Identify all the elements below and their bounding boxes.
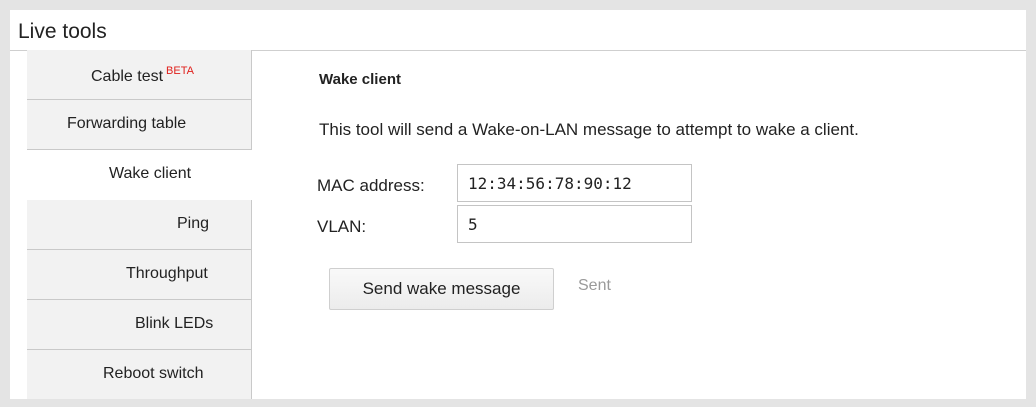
vlan-input[interactable] [457, 205, 692, 243]
mac-address-label: MAC address: [317, 176, 425, 195]
tool-tabs: Cable test BETA Forwarding table Wake cli… [27, 50, 252, 399]
tab-label-throughput: Throughput [126, 265, 208, 282]
tab-throughput[interactable]: Throughput [27, 250, 252, 300]
tab-blink-leds[interactable]: Blink LEDs [27, 300, 252, 350]
vlan-label: VLAN: [317, 217, 367, 236]
mac-address-input[interactable] [457, 164, 692, 202]
tab-reboot-switch[interactable]: Reboot switch [27, 350, 252, 399]
send-status: Sent [578, 277, 611, 294]
send-wake-message-button[interactable]: Send wake message [329, 268, 554, 310]
tab-label-reboot-switch: Reboot switch [103, 365, 204, 382]
tab-forwarding-table[interactable]: Forwarding table [27, 100, 252, 150]
tab-label-ping: Ping [177, 215, 210, 232]
wake-client-content: Wake client This tool will send a Wake-o… [252, 50, 1026, 399]
tab-wake-client[interactable]: Wake client [27, 150, 252, 200]
live-tools-panel: Live tools Cable test BETA Forwarding tab… [10, 10, 1026, 399]
beta-badge: BETA [166, 65, 194, 77]
tab-cable-test-text: Cable test [91, 68, 164, 85]
content-title: Wake client [319, 71, 401, 88]
tab-ping[interactable]: Ping [27, 200, 252, 250]
tab-label-cable-test: Cable test BETA [91, 65, 194, 86]
panel-title: Live tools [18, 20, 107, 43]
tab-label-blink-leds: Blink LEDs [135, 315, 214, 332]
tab-label-wake-client: Wake client [109, 165, 192, 182]
tab-cable-test[interactable]: Cable test BETA [27, 50, 252, 100]
panel-header: Live tools [10, 10, 1026, 51]
tool-description: This tool will send a Wake-on-LAN messag… [319, 120, 859, 139]
tab-label-forwarding-table: Forwarding table [67, 115, 187, 132]
